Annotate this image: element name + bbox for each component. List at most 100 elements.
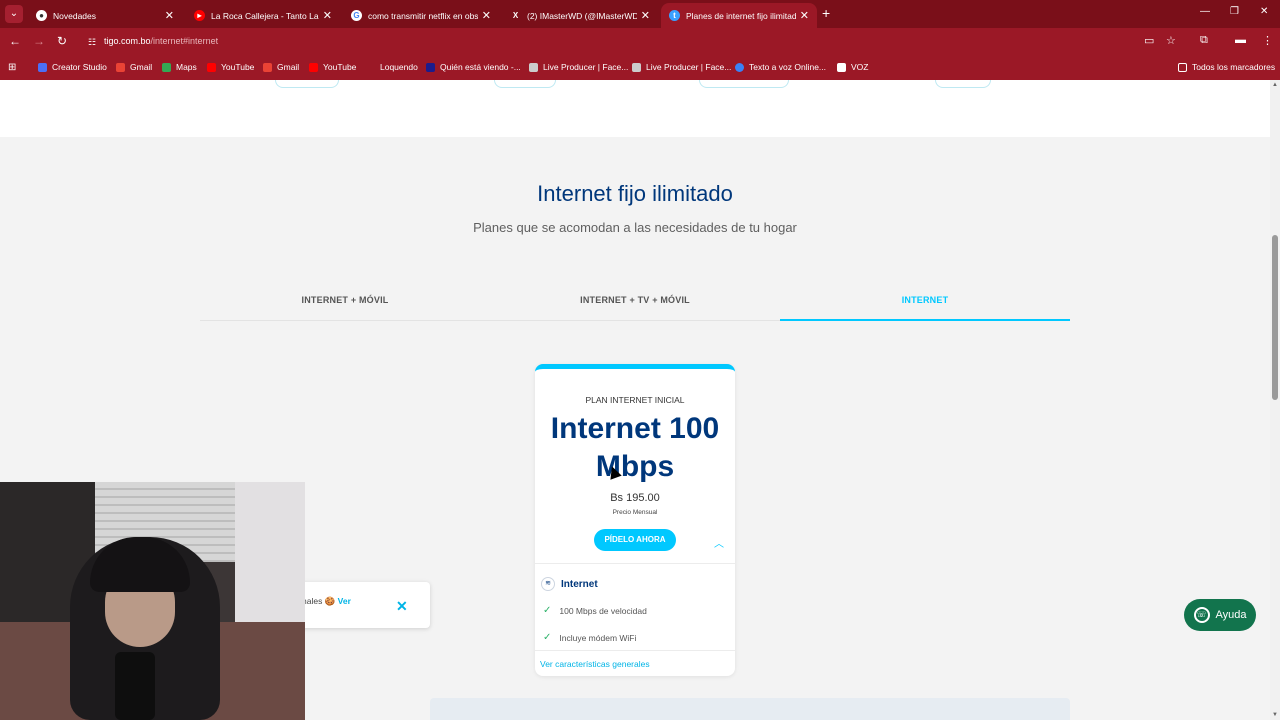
tab-x[interactable]: X (2) IMasterWD (@IMasterWD) / ✕ (502, 3, 658, 28)
cookie-toast-link[interactable]: Ver (338, 596, 351, 606)
scrollbar-thumb[interactable] (1272, 235, 1278, 400)
tab-title: Planes de internet fijo ilimitado (686, 10, 796, 21)
bookmark-live-producer[interactable]: Live Producer | Face... (529, 62, 628, 72)
tab-title: como transmitir netflix en obs (368, 10, 478, 21)
bookmark-gmail[interactable]: Gmail (263, 62, 299, 72)
plan-speed-line2: Mbps (595, 450, 675, 483)
webcam-overlay (0, 482, 305, 720)
tab-close-icon[interactable]: ✕ (323, 9, 332, 22)
divider (535, 563, 735, 564)
bookmark-label: Live Producer | Face... (646, 62, 732, 72)
previous-section-button[interactable] (699, 80, 789, 88)
forward-arrow-icon[interactable]: → (33, 34, 45, 48)
previous-section-button[interactable] (494, 80, 556, 88)
address-bar[interactable]: ☷ tigo.com.bo/internet#internet (78, 32, 1188, 52)
bookmark-live-producer[interactable]: Live Producer | Face... (632, 62, 731, 72)
chevron-up-icon[interactable]: ︿ (714, 535, 724, 550)
globe-icon (735, 62, 744, 72)
site-info-icon[interactable]: ☷ (88, 37, 96, 48)
back-arrow-icon[interactable]: ← (9, 34, 21, 48)
chrome-icon: ● (36, 10, 47, 21)
tab-google-search[interactable]: G como transmitir netflix en obs ✕ (343, 3, 499, 28)
menu-kebab-icon[interactable]: ⋮ (1262, 34, 1273, 47)
profile-icon[interactable]: ▬ (1235, 34, 1246, 46)
bookmark-loquendo[interactable]: Loquendo (366, 62, 418, 72)
tab-strip: ⌄ ● Novedades ✕ ▸ La Roca Callejera - Ta… (0, 0, 1280, 28)
wifi-icon: ≋ (541, 577, 555, 591)
tab-search-button[interactable]: ⌄ (5, 5, 23, 23)
page-icon (529, 62, 538, 72)
reload-icon[interactable]: ↻ (57, 34, 67, 48)
feature-label: 100 Mbps de velocidad (559, 605, 647, 616)
tab-close-icon[interactable]: ✕ (165, 9, 174, 22)
tab-title: (2) IMasterWD (@IMasterWD) / (527, 10, 637, 21)
whatsapp-icon: ☏ (1193, 607, 1210, 623)
tab-internet-tv-movil[interactable]: INTERNET + TV + MÓVIL (490, 285, 780, 321)
tab-close-icon[interactable]: ✕ (641, 9, 650, 22)
bookmark-creator-studio[interactable]: Creator Studio (38, 62, 107, 72)
bookmark-label: Quién está viendo -... (440, 62, 521, 72)
bookmark-label: YouTube (221, 62, 255, 72)
tab-close-icon[interactable]: ✕ (800, 9, 809, 22)
bookmark-label: Todos los marcadores (1192, 62, 1276, 72)
youtube-icon (207, 62, 216, 72)
close-window-icon[interactable]: ✕ (1260, 6, 1268, 17)
order-now-button[interactable]: PÍDELO AHORA (594, 529, 676, 551)
apps-grid-icon[interactable]: ⊞ (8, 62, 16, 73)
youtube-icon: ▸ (194, 10, 205, 21)
bookmark-label: Live Producer | Face... (543, 62, 629, 72)
help-button[interactable]: ☏ Ayuda (1184, 599, 1256, 631)
tigo-icon: t (669, 10, 680, 21)
previous-section-button[interactable] (275, 80, 339, 88)
maps-icon (162, 62, 171, 72)
close-icon[interactable]: ✕ (396, 598, 408, 615)
url-text[interactable]: tigo.com.bo/internet#internet (104, 36, 218, 46)
restore-icon[interactable]: ❐ (1230, 6, 1239, 17)
tab-title: Novedades (53, 10, 97, 21)
check-icon: ✓ (543, 605, 552, 616)
tab-internet-movil[interactable]: INTERNET + MÓVIL (200, 285, 490, 321)
plan-tabs: INTERNET + MÓVIL INTERNET + TV + MÓVIL I… (200, 285, 1070, 321)
tab-internet[interactable]: INTERNET (780, 285, 1070, 321)
bookmark-gmail[interactable]: Gmail (116, 62, 152, 72)
plan-speed: Internet 100 Mbps (535, 410, 735, 486)
folder-icon (1178, 62, 1187, 72)
features-heading-label: Internet (561, 578, 598, 590)
tab-youtube[interactable]: ▸ La Roca Callejera - Tanto La Qu ✕ (186, 3, 340, 28)
bookmark-label: VOZ (851, 62, 869, 72)
minimize-icon[interactable]: — (1200, 6, 1210, 17)
microphone (115, 652, 155, 720)
creator-studio-icon (38, 62, 47, 72)
bookmarks-folder[interactable]: Todos los marcadores (1178, 62, 1275, 72)
tab-close-icon[interactable]: ✕ (482, 9, 491, 22)
tab-novedades[interactable]: ● Novedades ✕ (28, 3, 182, 28)
tab-tigo-active[interactable]: t Planes de internet fijo ilimitado ✕ (661, 3, 817, 28)
bookmark-label: Creator Studio (52, 62, 107, 72)
bookmark-label: Texto a voz Online... (749, 62, 827, 72)
previous-section-strip (0, 80, 1270, 137)
new-tab-icon[interactable]: + (822, 5, 830, 21)
bookmark-youtube[interactable]: YouTube (309, 62, 356, 72)
url-host: tigo.com.bo (104, 36, 151, 46)
cast-icon[interactable]: ▭ (1144, 34, 1154, 47)
general-features-link[interactable]: Ver características generales (540, 659, 650, 669)
bookmarks-bar: ⊞ Creator Studio Gmail Maps YouTube Gmai… (0, 56, 1280, 80)
url-path: /internet#internet (150, 36, 219, 46)
gmail-icon (263, 62, 272, 72)
price-label: Precio Mensual (612, 509, 658, 516)
bookmark-label: Gmail (130, 62, 153, 72)
previous-section-button[interactable] (935, 80, 991, 88)
bookmark-label: Loquendo (380, 62, 418, 72)
cookie-toast: nales 🍪 Ver ✕ (300, 582, 430, 628)
bookmark-star-icon[interactable]: ☆ (1166, 34, 1176, 47)
scroll-down-icon[interactable]: ▼ (1272, 712, 1278, 718)
scroll-up-icon[interactable]: ▲ (1272, 82, 1278, 88)
bookmark-youtube[interactable]: YouTube (207, 62, 254, 72)
bookmark-texto-a-voz[interactable]: Texto a voz Online... (735, 62, 826, 72)
extensions-icon[interactable]: ⧉ (1200, 34, 1208, 47)
bookmark-maps[interactable]: Maps (162, 62, 197, 72)
check-icon: ✓ (543, 632, 552, 643)
bookmark-voz[interactable]: VOZ (837, 62, 868, 72)
page-scrollbar[interactable]: ▲ ▼ (1270, 80, 1280, 720)
bookmark-quien-esta-viendo[interactable]: Quién está viendo -... (426, 62, 521, 72)
